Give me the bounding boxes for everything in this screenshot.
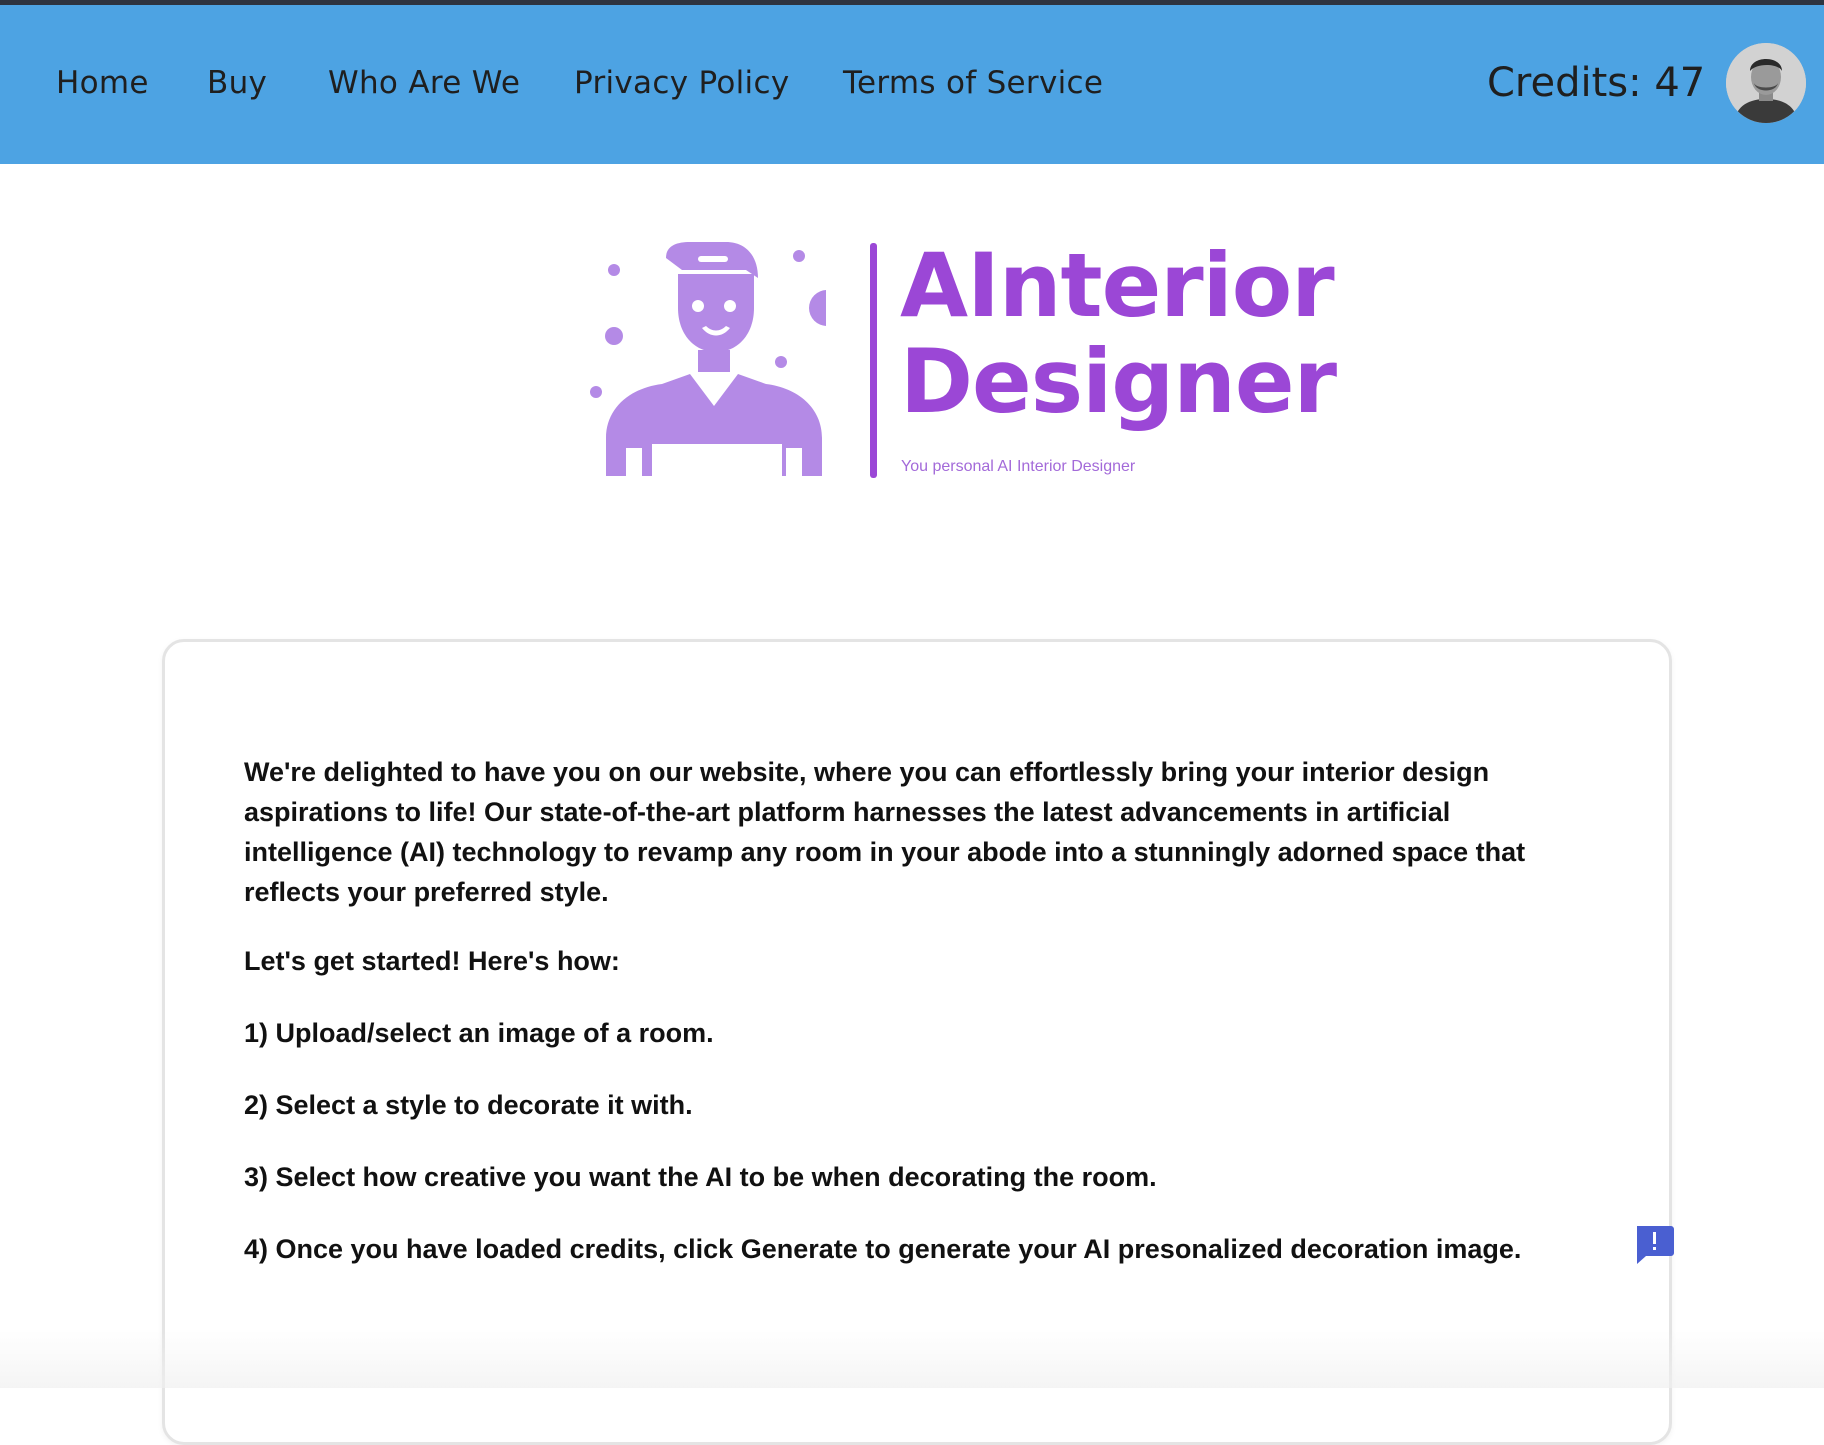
logo-divider <box>870 243 877 478</box>
nav-home[interactable]: Home <box>56 65 149 101</box>
nav-terms-of-service[interactable]: Terms of Service <box>843 65 1103 101</box>
logo: AInterior Designer You personal AI Inter… <box>586 238 1337 488</box>
step-3: 3) Select how creative you want the AI t… <box>244 1162 1157 1192</box>
navbar: Home Buy Who Are We Privacy Policy Terms… <box>0 5 1824 164</box>
logo-title-line2: Designer <box>900 330 1337 433</box>
step-4: 4) Once you have loaded credits, click G… <box>244 1234 1522 1264</box>
nav-who-are-we[interactable]: Who Are We <box>328 65 520 101</box>
logo-title: AInterior Designer <box>900 234 1337 433</box>
avatar-image <box>1726 43 1806 123</box>
nav-buy[interactable]: Buy <box>207 65 267 101</box>
step-1: 1) Upload/select an image of a room. <box>244 1018 714 1048</box>
avatar[interactable] <box>1726 43 1806 123</box>
intro-content: We're delighted to have you on our websi… <box>244 752 1544 1266</box>
designer-person-icon <box>590 242 826 476</box>
bottom-fade <box>0 1330 1824 1388</box>
feedback-icon <box>1637 1226 1674 1264</box>
nav-privacy-policy[interactable]: Privacy Policy <box>574 65 789 101</box>
step-2: 2) Select a style to decorate it with. <box>244 1090 693 1120</box>
credits-counter: Credits: 47 <box>1487 60 1706 106</box>
logo-tagline: You personal AI Interior Designer <box>901 458 1136 475</box>
intro-paragraph: We're delighted to have you on our websi… <box>244 757 1526 907</box>
getting-started-lead: Let's get started! Here's how: <box>244 946 620 976</box>
logo-title-line1: AInterior <box>900 234 1335 337</box>
feedback-button[interactable] <box>1634 1224 1674 1264</box>
